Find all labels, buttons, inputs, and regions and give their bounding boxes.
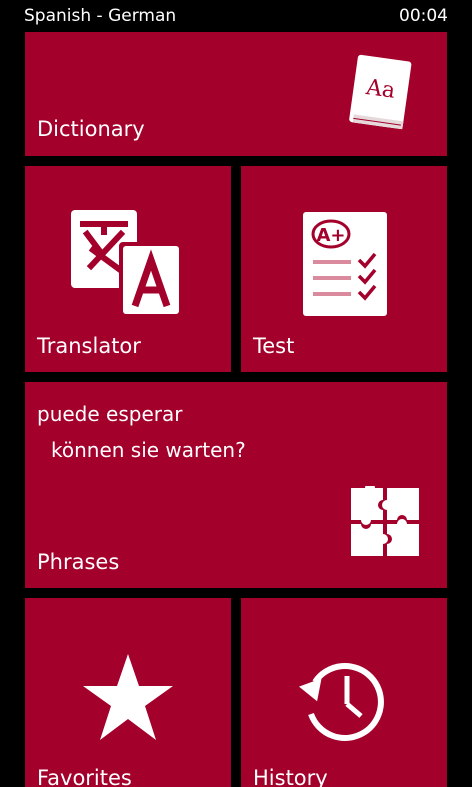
tile-label-dictionary: Dictionary: [37, 117, 145, 141]
dictionary-book-icon: Aa: [349, 54, 412, 130]
tile-favorites[interactable]: Favorites: [25, 598, 231, 787]
tile-label-translator: Translator: [37, 334, 141, 358]
history-clock-icon: [298, 663, 384, 741]
puzzle-icon: [351, 486, 419, 556]
phrase-source-text: puede esperar: [37, 402, 183, 426]
tile-test[interactable]: A+ Test: [241, 166, 447, 372]
tile-history[interactable]: History: [241, 598, 447, 787]
status-bar: Spanish - German 00:04: [0, 0, 472, 32]
svg-text:A+: A+: [316, 225, 345, 246]
phrase-target-text: können sie warten?: [51, 438, 246, 462]
tile-label-phrases: Phrases: [37, 550, 120, 574]
star-icon: [83, 654, 173, 740]
tile-phrases[interactable]: puede esperar können sie warten? Phrases: [25, 382, 447, 588]
svg-text:Aa: Aa: [364, 75, 397, 104]
status-time: 00:04: [399, 6, 448, 26]
tile-dictionary[interactable]: Aa Dictionary: [25, 32, 447, 156]
tile-translator[interactable]: Translator: [25, 166, 231, 372]
app-title: Spanish - German: [24, 6, 177, 26]
tile-label-test: Test: [253, 334, 295, 358]
translate-icon: [71, 210, 183, 318]
tile-label-history: History: [253, 766, 328, 787]
test-checklist-icon: A+: [303, 212, 387, 316]
tile-label-favorites: Favorites: [37, 766, 132, 787]
